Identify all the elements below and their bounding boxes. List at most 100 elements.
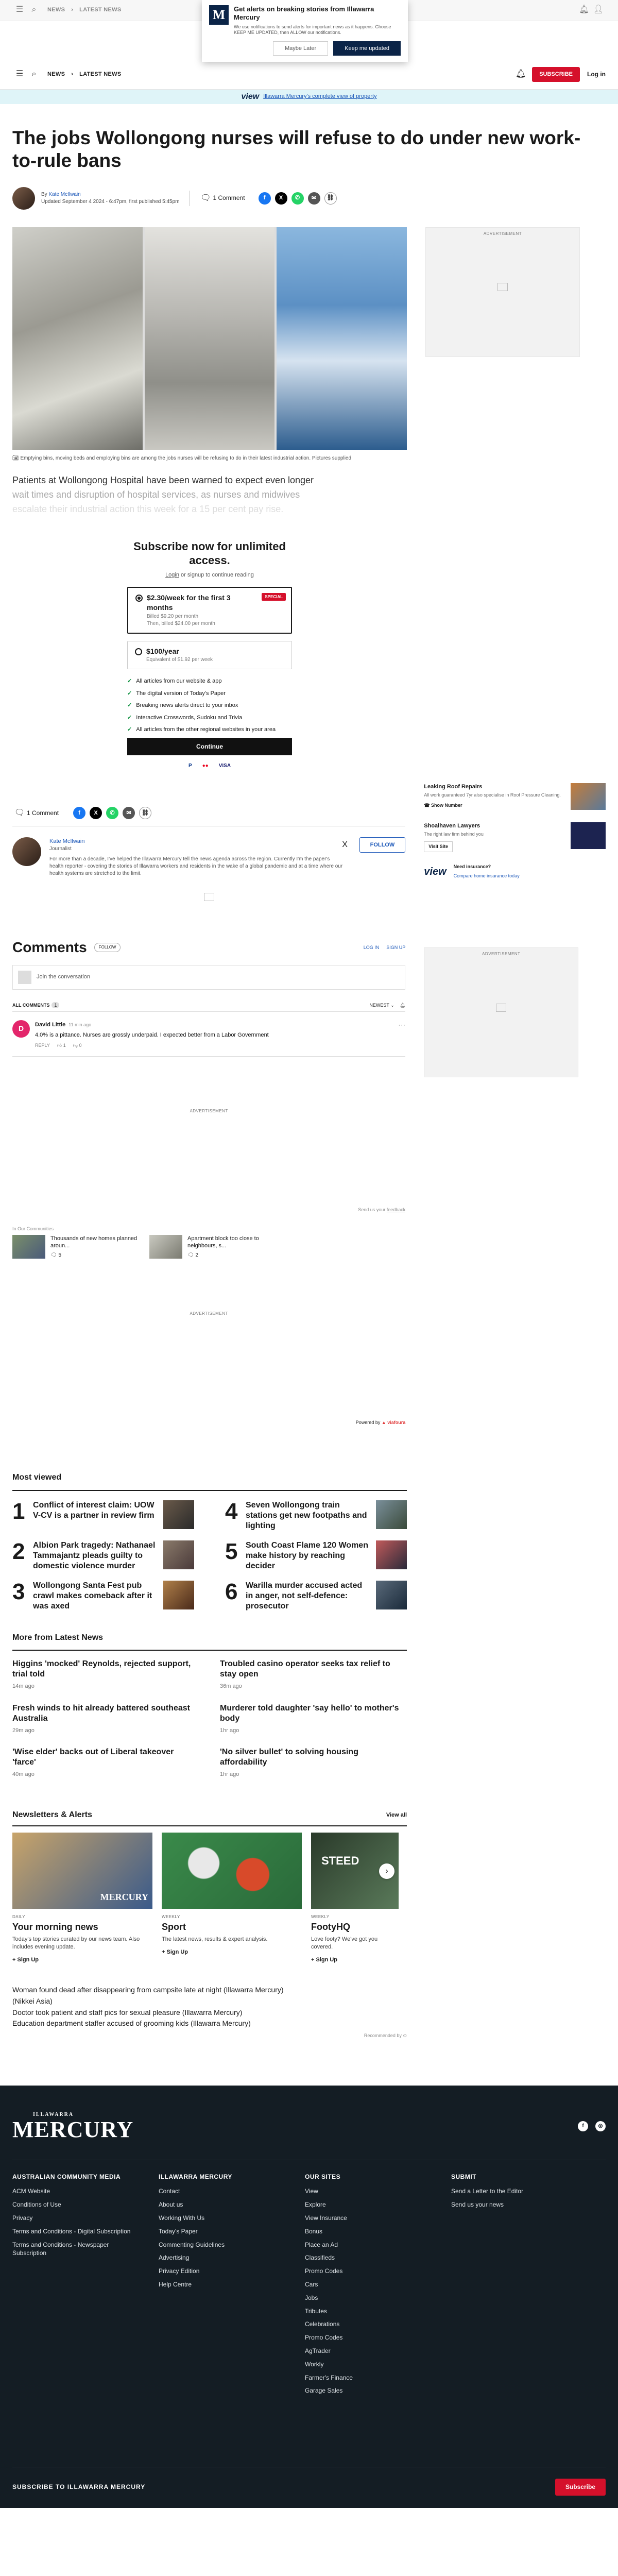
comment-count-link[interactable]: 1 Comment [27,809,59,818]
dislike-button[interactable]: 👎︎ 0 [73,1042,82,1049]
search-icon[interactable]: ⌕ [27,67,41,82]
viafoura-logo[interactable]: ▲ viafoura [382,1420,405,1425]
breadcrumb-news[interactable]: NEWS [47,6,65,14]
community-card[interactable]: Apartment block too close to neighbours,… [149,1235,277,1259]
footer-link[interactable]: Garage Sales [305,2386,437,2395]
most-viewed-item[interactable]: 4 Seven Wollongong train stations get new… [225,1500,407,1531]
footer-link[interactable]: Send us your news [451,2200,583,2209]
newsletter-signup-button[interactable]: + Sign Up [12,1956,152,1964]
notification-bell-icon[interactable]: 🔔︎ [400,1002,405,1009]
latest-news-item[interactable]: 'Wise elder' backs out of Liberal takeov… [12,1747,199,1778]
bell-icon[interactable]: 🔔︎ [577,3,591,18]
footer-link[interactable]: Commenting Guidelines [159,2241,290,2249]
latest-news-item[interactable]: Fresh winds to hit already battered sout… [12,1703,199,1735]
footer-subscribe-button[interactable]: Subscribe [555,2479,606,2496]
view-property-link[interactable]: Illawarra Mercury's complete view of pro… [263,93,376,100]
footer-link[interactable]: Celebrations [305,2320,437,2329]
reply-button[interactable]: REPLY [35,1042,50,1049]
breadcrumb-section[interactable]: LATEST NEWS [79,71,121,78]
recommended-by[interactable]: Recommended by ⊙ [12,2032,407,2039]
keep-me-updated-button[interactable]: Keep me updated [333,41,401,56]
author-avatar[interactable] [12,187,35,210]
all-comments-tab[interactable]: ALL COMMENTS [12,1002,49,1009]
subscribe-button[interactable]: SUBSCRIBE [532,66,580,82]
facebook-icon[interactable]: f [578,2121,588,2131]
comments-login-link[interactable]: LOG IN [364,944,380,951]
footer-link[interactable]: Place an Ad [305,2241,437,2249]
search-icon[interactable]: ⌕ [27,3,41,18]
footer-link[interactable]: Working With Us [159,2214,290,2223]
commenter-avatar[interactable]: D [12,1020,30,1038]
footer-link[interactable]: Bonus [305,2227,437,2236]
footer-link[interactable]: Today's Paper [159,2227,290,2236]
footer-link[interactable]: Cars [305,2280,437,2289]
copy-link-icon[interactable]: ⛓ [324,192,337,205]
footer-link[interactable]: Advertising [159,2253,290,2262]
most-viewed-item[interactable]: 1 Conflict of interest claim: UOW V-CV is… [12,1500,194,1531]
ad-roof-repairs[interactable]: Leaking Roof Repairs All work guaranteed… [424,783,606,810]
recommended-link[interactable]: (Nikkei Asia) [12,1996,606,2007]
menu-icon[interactable]: ☰ [12,67,27,82]
footer-link[interactable]: Classifieds [305,2253,437,2262]
like-button[interactable]: 👍︎ 1 [57,1042,66,1049]
email-share-icon[interactable]: ✉ [123,807,135,820]
footer-link[interactable]: Send a Letter to the Editor [451,2187,583,2196]
continue-button[interactable]: Continue [127,738,292,756]
footer-link[interactable]: View Insurance [305,2214,437,2223]
footer-logo[interactable]: ILLAWARRA MERCURY [12,2111,133,2141]
footer-link[interactable]: Help Centre [159,2280,290,2289]
community-card[interactable]: Thousands of new homes planned aroun... … [12,1235,140,1259]
footer-link[interactable]: AgTrader [305,2347,437,2355]
sidebar-ad[interactable]: ADVERTISEMENT [425,227,580,357]
footer-link[interactable]: About us [159,2200,290,2209]
ad-shoalhaven-lawyers[interactable]: Shoalhaven Lawyers The right law firm be… [424,822,606,853]
recommended-link[interactable]: Woman found dead after disappearing from… [12,1985,606,1996]
view-property-banner[interactable]: view Illawarra Mercury's complete view o… [0,90,618,104]
footer-link[interactable]: ACM Website [12,2187,144,2196]
comment-count-link[interactable]: 1 Comment [213,194,245,202]
newsletter-signup-button[interactable]: + Sign Up [311,1956,399,1964]
recommended-link[interactable]: Education department staffer accused of … [12,2018,606,2029]
bell-icon[interactable]: 🔔︎ [513,67,528,81]
follow-author-button[interactable]: FOLLOW [359,837,406,853]
comments-signup-link[interactable]: SIGN UP [386,944,405,951]
commenter-name[interactable]: David Little [35,1022,65,1028]
most-viewed-item[interactable]: 3 Wollongong Santa Fest pub crawl makes c… [12,1580,194,1612]
carousel-next-icon[interactable]: › [379,1863,394,1879]
author-name[interactable]: Kate McIlwain [49,838,84,845]
user-icon[interactable]: 👤︎ [591,3,606,18]
most-viewed-item[interactable]: 5 South Coast Flame 120 Women make histor… [225,1540,407,1571]
x-share-icon[interactable]: X [274,192,287,205]
whatsapp-share-icon[interactable]: ✆ [106,807,119,820]
facebook-share-icon[interactable]: f [73,807,86,820]
footer-link[interactable]: Promo Codes [305,2267,437,2276]
footer-link[interactable]: View [305,2187,437,2196]
footer-link[interactable]: Tributes [305,2307,437,2316]
sidebar-ad[interactable]: ADVERTISEMENT [424,947,579,1078]
footer-link[interactable]: Promo Codes [305,2333,437,2342]
plan-option-yearly[interactable]: $100/year Equivalent of $1.92 per week [127,640,292,670]
latest-news-item[interactable]: 'No silver bullet' to solving housing af… [220,1747,407,1778]
maybe-later-button[interactable]: Maybe Later [272,41,329,56]
author-avatar[interactable] [12,837,41,867]
footer-link[interactable]: Workly [305,2360,437,2369]
hero-image[interactable] [12,227,407,450]
footer-link[interactable]: Terms and Conditions - Newspaper Subscri… [12,2241,144,2258]
footer-link[interactable]: Privacy [12,2214,144,2223]
newsletter-signup-button[interactable]: + Sign Up [162,1948,302,1956]
instagram-icon[interactable]: ◎ [595,2121,606,2131]
visit-site-button[interactable]: Visit Site [424,841,453,853]
latest-news-item[interactable]: Troubled casino operator seeks tax relie… [220,1659,407,1690]
more-options-icon[interactable]: ⋯ [398,1020,405,1030]
radio-selected-icon[interactable] [135,594,143,602]
radio-unselected-icon[interactable] [135,648,142,655]
latest-news-item[interactable]: Higgins 'mocked' Reynolds, rejected supp… [12,1659,199,1690]
footer-link[interactable]: Explore [305,2200,437,2209]
breadcrumb-news[interactable]: NEWS [47,71,65,78]
email-share-icon[interactable]: ✉ [307,192,320,205]
recommended-link[interactable]: Doctor took patient and staff pics for s… [12,2007,606,2019]
join-conversation-input[interactable]: Join the conversation [12,964,406,990]
footer-link[interactable]: Terms and Conditions - Digital Subscript… [12,2227,144,2236]
sort-dropdown[interactable]: NEWEST ⌄ [369,1002,394,1009]
footer-link[interactable]: Jobs [305,2294,437,2302]
